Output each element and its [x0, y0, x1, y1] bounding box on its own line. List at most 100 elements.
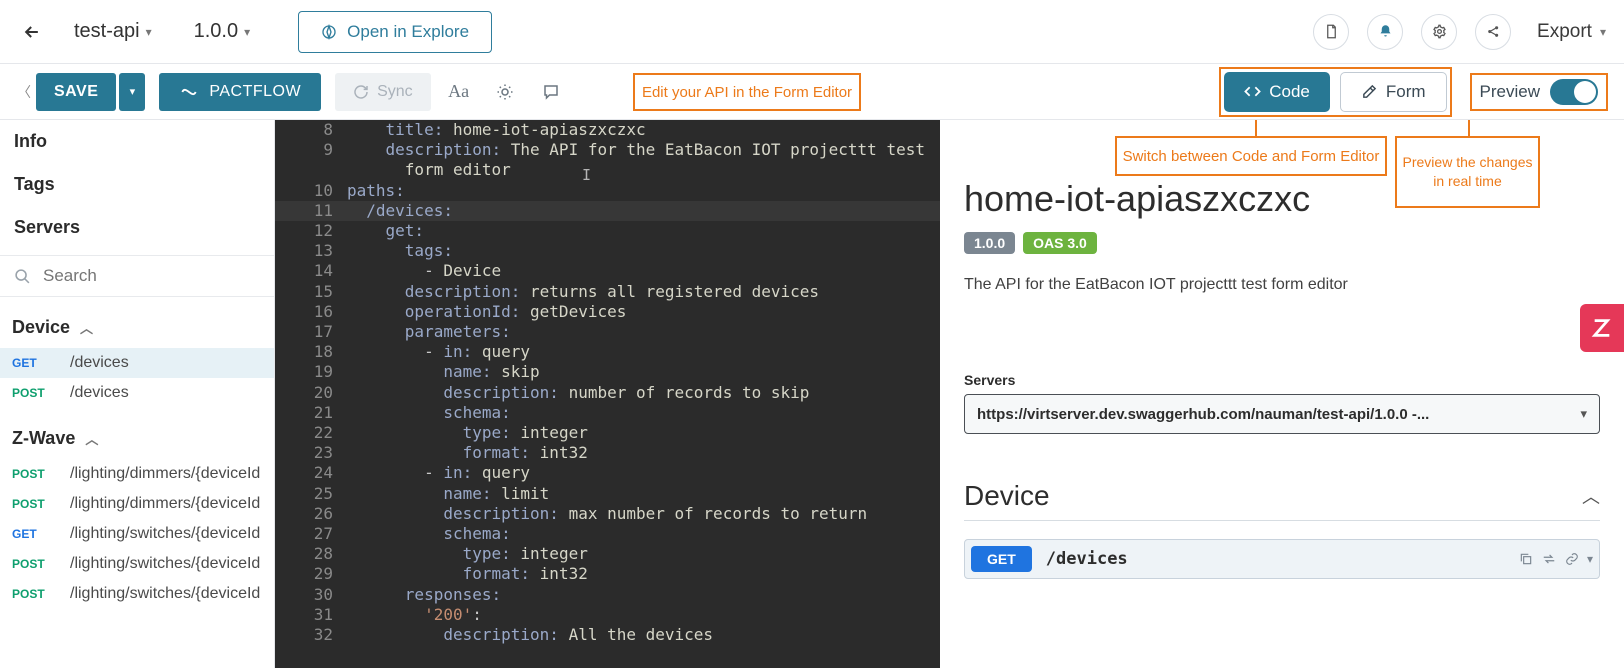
server-url-text: https://virtserver.dev.swaggerhub.com/na…: [977, 406, 1429, 423]
code-line[interactable]: 15 description: returns all registered d…: [275, 282, 940, 302]
export-label: Export: [1537, 21, 1592, 43]
link-icon[interactable]: [1565, 552, 1579, 566]
search-icon: [14, 268, 31, 285]
code-line[interactable]: 19 name: skip: [275, 362, 940, 382]
annotation-preview: Preview the changes in real time: [1395, 136, 1540, 208]
code-line[interactable]: 8 title: home-iot-apiaszxczxc: [275, 120, 940, 140]
sidebar-endpoint[interactable]: POST/lighting/dimmers/{deviceId: [0, 459, 274, 489]
annotation-switch: Switch between Code and Form Editor: [1115, 136, 1387, 176]
export-dropdown[interactable]: Export▾: [1537, 21, 1606, 43]
code-line[interactable]: 17 parameters:: [275, 322, 940, 342]
sync-label: Sync: [377, 83, 413, 101]
method-label: POST: [12, 386, 56, 400]
code-line[interactable]: 31 '200':: [275, 605, 940, 625]
server-dropdown[interactable]: https://virtserver.dev.swaggerhub.com/na…: [964, 394, 1600, 434]
form-view-button[interactable]: Form: [1340, 72, 1447, 112]
oas-badge: OAS 3.0: [1023, 232, 1097, 254]
open-in-explore-button[interactable]: Open in Explore: [298, 11, 492, 53]
sidebar-endpoint[interactable]: GET/lighting/switches/{deviceId: [0, 519, 274, 549]
code-line[interactable]: 18 - in: query: [275, 342, 940, 362]
share-button[interactable]: [1475, 14, 1511, 50]
chevron-down-icon[interactable]: ▾: [1587, 552, 1593, 566]
comments-button[interactable]: [533, 74, 569, 110]
method-label: GET: [12, 356, 56, 370]
sidebar-tags[interactable]: Tags: [0, 163, 274, 206]
servers-label: Servers: [964, 372, 1600, 388]
text-cursor-icon: I: [582, 165, 591, 185]
method-label: POST: [12, 467, 56, 481]
code-line[interactable]: 29 format: int32: [275, 564, 940, 584]
copy-icon[interactable]: [1519, 552, 1533, 566]
code-line[interactable]: 32 description: All the devices: [275, 625, 940, 645]
code-line[interactable]: 30 responses:: [275, 585, 940, 605]
save-dropdown-button[interactable]: ▾: [119, 73, 145, 111]
sidebar-servers[interactable]: Servers: [0, 206, 274, 249]
text-style-button[interactable]: Aa: [441, 74, 477, 110]
search-input[interactable]: [43, 266, 260, 286]
sidebar: Info Tags Servers Device︿GET/devicesPOST…: [0, 120, 275, 668]
sidebar-search[interactable]: [0, 255, 274, 297]
sidebar-group-device[interactable]: Device︿: [0, 307, 274, 348]
code-line[interactable]: 24 - in: query: [275, 463, 940, 483]
preview-operation-row[interactable]: GET /devices ▾: [964, 539, 1600, 579]
settings-gear-button[interactable]: [1421, 14, 1457, 50]
method-label: POST: [12, 497, 56, 511]
view-mode-group: Code Form: [1219, 67, 1451, 117]
api-name-text: test-api: [74, 20, 140, 43]
collapse-sidebar-button[interactable]: 〈: [12, 82, 36, 102]
explore-label: Open in Explore: [347, 22, 469, 42]
chevron-down-icon: ▾: [1580, 406, 1587, 422]
group-title: Device: [964, 480, 1050, 512]
method-label: POST: [12, 587, 56, 601]
code-line[interactable]: 10paths:: [275, 181, 940, 201]
code-view-button[interactable]: Code: [1224, 72, 1330, 112]
version-dropdown[interactable]: 1.0.0▾: [194, 20, 251, 43]
save-button[interactable]: SAVE: [36, 73, 116, 111]
path-label: /devices: [70, 384, 129, 402]
sidebar-info[interactable]: Info: [0, 120, 274, 163]
preview-label: Preview: [1480, 82, 1540, 102]
chevron-down-icon: ▾: [244, 25, 250, 39]
operation-method-badge: GET: [971, 546, 1032, 572]
code-line[interactable]: 25 name: limit: [275, 484, 940, 504]
code-line[interactable]: 20 description: number of records to ski…: [275, 383, 940, 403]
code-line[interactable]: 27 schema:: [275, 524, 940, 544]
path-label: /lighting/switches/{deviceId: [70, 525, 260, 543]
path-label: /lighting/switches/{deviceId: [70, 585, 260, 603]
pactflow-button[interactable]: PACTFLOW: [159, 73, 321, 111]
sidebar-endpoint[interactable]: POST/devices: [0, 378, 274, 408]
code-line[interactable]: 26 description: max number of records to…: [275, 504, 940, 524]
code-line[interactable]: 21 schema:: [275, 403, 940, 423]
back-arrow[interactable]: [18, 18, 46, 46]
version-badge: 1.0.0: [964, 232, 1015, 254]
sidebar-endpoint[interactable]: POST/lighting/dimmers/{deviceId: [0, 489, 274, 519]
code-editor[interactable]: 8 title: home-iot-apiaszxczxc9 descripti…: [275, 120, 940, 668]
floating-help-button[interactable]: [1580, 304, 1624, 352]
notifications-button[interactable]: [1367, 14, 1403, 50]
code-line[interactable]: 16 operationId: getDevices: [275, 302, 940, 322]
preview-toggle[interactable]: [1550, 79, 1598, 105]
theme-toggle-button[interactable]: [487, 74, 523, 110]
code-line[interactable]: form editor: [275, 160, 940, 180]
sidebar-endpoint[interactable]: POST/lighting/switches/{deviceId: [0, 549, 274, 579]
sidebar-endpoint[interactable]: GET/devices: [0, 348, 274, 378]
code-line[interactable]: 12 get:: [275, 221, 940, 241]
code-label: Code: [1269, 82, 1310, 102]
form-label: Form: [1386, 82, 1426, 102]
code-line[interactable]: 22 type: integer: [275, 423, 940, 443]
sidebar-endpoint[interactable]: POST/lighting/switches/{deviceId: [0, 579, 274, 609]
code-line[interactable]: 14 - Device: [275, 261, 940, 281]
code-line[interactable]: 13 tags:: [275, 241, 940, 261]
document-icon-button[interactable]: [1313, 14, 1349, 50]
code-line[interactable]: 11 /devices:: [275, 201, 940, 221]
api-name-dropdown[interactable]: test-api ▾: [74, 20, 152, 43]
code-line[interactable]: 23 format: int32: [275, 443, 940, 463]
sidebar-group-z-wave[interactable]: Z-Wave︿: [0, 418, 274, 459]
annotation-form-editor: Edit your API in the Form Editor: [633, 73, 861, 111]
code-line[interactable]: 9 description: The API for the EatBacon …: [275, 140, 940, 160]
chevron-down-icon: ▾: [146, 25, 152, 39]
path-label: /lighting/dimmers/{deviceId: [70, 465, 260, 483]
preview-group-device[interactable]: Device ︿: [964, 480, 1600, 521]
code-line[interactable]: 28 type: integer: [275, 544, 940, 564]
swap-icon[interactable]: [1541, 552, 1557, 566]
